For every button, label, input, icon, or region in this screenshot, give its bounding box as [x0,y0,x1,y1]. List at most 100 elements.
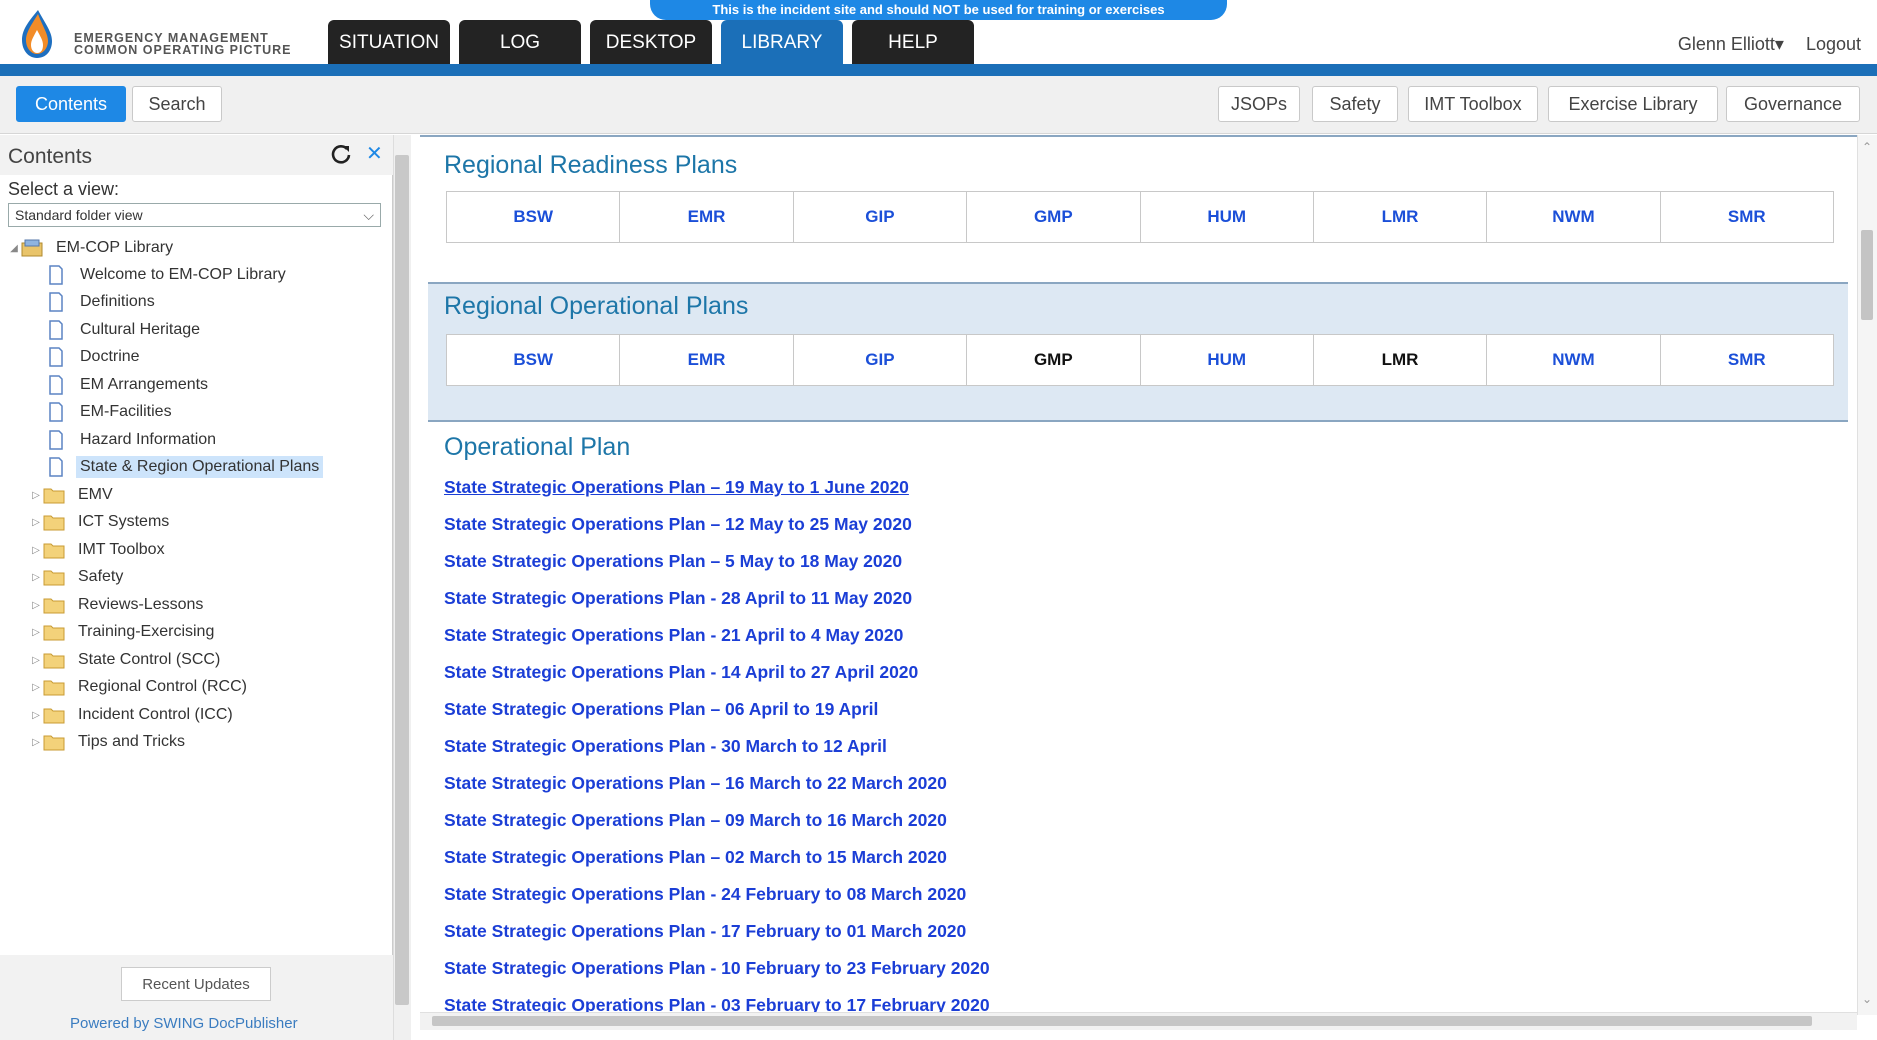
tree-item-page-selected[interactable]: State & Region Operational Plans [44,454,324,480]
tree-item-page[interactable]: Definitions [44,289,159,315]
plan-link[interactable]: State Strategic Operations Plan – 16 Mar… [444,773,947,794]
tree-item-folder[interactable]: ▷ Regional Control (RCC) [30,674,251,700]
user-menu[interactable]: Glenn Elliott▾ [1678,34,1784,55]
tab-situation[interactable]: SITUATION [328,20,450,66]
tree-item-folder[interactable]: ▷ EMV [30,482,117,508]
operational-region-smr[interactable]: SMR [1661,335,1833,385]
governance-button[interactable]: Governance [1726,86,1860,122]
search-button[interactable]: Search [132,86,222,122]
tree-item-folder[interactable]: ▷ Incident Control (ICC) [30,702,237,728]
caret-collapsed-icon[interactable]: ▷ [30,737,42,748]
readiness-region-nwm[interactable]: NWM [1487,192,1661,242]
tree-item-folder[interactable]: ▷ Reviews-Lessons [30,592,207,618]
operational-region-emr[interactable]: EMR [620,335,794,385]
tree-item-label: EMV [78,486,113,503]
page-icon [44,319,68,341]
tab-desktop[interactable]: DESKTOP [590,20,712,66]
caret-collapsed-icon[interactable]: ▷ [30,572,42,583]
jsops-button[interactable]: JSOPs [1218,86,1300,122]
plan-link[interactable]: State Strategic Operations Plan - 28 Apr… [444,588,912,609]
plan-link[interactable]: State Strategic Operations Plan - 17 Feb… [444,921,966,942]
operational-region-bsw[interactable]: BSW [447,335,621,385]
caret-collapsed-icon[interactable]: ▷ [30,682,42,693]
close-icon[interactable]: ✕ [366,143,383,165]
operational-region-gip[interactable]: GIP [794,335,968,385]
scroll-down-arrow-icon[interactable]: ⌄ [1862,992,1872,1006]
tree-item-root[interactable]: ◢ EM-COP Library [8,235,177,261]
plan-link[interactable]: State Strategic Operations Plan - 24 Feb… [444,884,966,905]
tab-log[interactable]: LOG [459,20,581,66]
plan-link[interactable]: State Strategic Operations Plan - 21 Apr… [444,625,903,646]
caret-collapsed-icon[interactable]: ▷ [30,627,42,638]
folder-icon [42,594,66,616]
user-area: Glenn Elliott▾ Logout [1678,34,1861,55]
sidebar-scrollbar-thumb[interactable] [395,155,409,1005]
operational-region-gmp[interactable]: GMP [967,335,1141,385]
content-vertical-scrollbar-thumb[interactable] [1861,230,1873,320]
tree-item-label: Welcome to EM-COP Library [80,266,286,283]
recent-updates-button[interactable]: Recent Updates [121,967,271,1001]
plan-link[interactable]: State Strategic Operations Plan - 10 Feb… [444,958,990,979]
tree-item-folder[interactable]: ▷ ICT Systems [30,509,173,535]
tree-item-folder[interactable]: ▷ IMT Toolbox [30,537,169,563]
tree-item-page[interactable]: Hazard Information [44,427,220,453]
page-icon [44,456,68,478]
brand-line-2: COMMON OPERATING PICTURE [74,43,292,57]
tree-item-page[interactable]: Doctrine [44,344,144,370]
sidebar-footer: Recent Updates Powered by SWING DocPubli… [0,955,393,1040]
caret-collapsed-icon[interactable]: ▷ [30,545,42,556]
operational-region-hum[interactable]: HUM [1141,335,1314,385]
caret-collapsed-icon[interactable]: ▷ [30,490,42,501]
tree-item-page[interactable]: Welcome to EM-COP Library [44,262,290,288]
plan-link[interactable]: State Strategic Operations Plan - 14 Apr… [444,662,918,683]
tree-item-label: Doctrine [80,348,140,365]
readiness-region-gmp[interactable]: GMP [967,192,1141,242]
folder-icon [42,511,66,533]
safety-button[interactable]: Safety [1312,86,1398,122]
tree-item-page[interactable]: Cultural Heritage [44,317,204,343]
plan-link[interactable]: State Strategic Operations Plan – 5 May … [444,551,902,572]
caret-collapsed-icon[interactable]: ▷ [30,517,42,528]
tree-item-folder[interactable]: ▷ Tips and Tricks [30,729,189,755]
tree-item-folder[interactable]: ▷ State Control (SCC) [30,647,224,673]
readiness-region-hum[interactable]: HUM [1141,192,1314,242]
tab-help[interactable]: HELP [852,20,974,66]
content-horizontal-scrollbar-thumb[interactable] [432,1016,1812,1026]
caret-expanded-icon[interactable]: ◢ [8,243,20,254]
caret-collapsed-icon[interactable]: ▷ [30,600,42,611]
plan-link[interactable]: State Strategic Operations Plan – 02 Mar… [444,847,947,868]
plan-link[interactable]: State Strategic Operations Plan – 12 May… [444,514,912,535]
caret-collapsed-icon[interactable]: ▷ [30,655,42,666]
plan-link[interactable]: State Strategic Operations Plan – 19 May… [444,477,909,498]
tree-item-page[interactable]: EM Arrangements [44,372,212,398]
scroll-up-arrow-icon[interactable]: ⌃ [1862,140,1872,154]
tree-item-folder[interactable]: ▷ Safety [30,564,127,590]
caret-collapsed-icon[interactable]: ▷ [30,710,42,721]
operational-region-nwm[interactable]: NWM [1487,335,1661,385]
logout-link[interactable]: Logout [1806,34,1861,55]
operational-region-lmr[interactable]: LMR [1314,335,1488,385]
readiness-region-bsw[interactable]: BSW [447,192,621,242]
view-select[interactable]: Standard folder view ⌵ [8,203,381,227]
contents-button[interactable]: Contents [16,86,126,122]
plan-link[interactable]: State Strategic Operations Plan – 09 Mar… [444,810,947,831]
page-icon [44,346,68,368]
readiness-region-gip[interactable]: GIP [794,192,968,242]
sidebar-header: Contents ✕ [0,135,393,175]
tree-item-folder[interactable]: ▷ Training-Exercising [30,619,218,645]
powered-by-link[interactable]: Powered by SWING DocPublisher [70,1015,298,1032]
page-icon [44,291,68,313]
tree-item-label: EM Arrangements [80,376,209,393]
tree-item-page[interactable]: EM-Facilities [44,399,176,425]
exercise-library-button[interactable]: Exercise Library [1548,86,1718,122]
page-icon [44,401,68,423]
plan-link[interactable]: State Strategic Operations Plan – 06 Apr… [444,699,878,720]
contents-sidebar: Contents ✕ Select a view: Standard folde… [0,135,393,1040]
readiness-region-emr[interactable]: EMR [620,192,794,242]
readiness-region-lmr[interactable]: LMR [1314,192,1488,242]
imt-toolbox-button[interactable]: IMT Toolbox [1408,86,1538,122]
readiness-region-smr[interactable]: SMR [1661,192,1833,242]
refresh-icon[interactable] [330,143,352,165]
plan-link[interactable]: State Strategic Operations Plan - 30 Mar… [444,736,887,757]
tab-library[interactable]: LIBRARY [721,20,843,66]
